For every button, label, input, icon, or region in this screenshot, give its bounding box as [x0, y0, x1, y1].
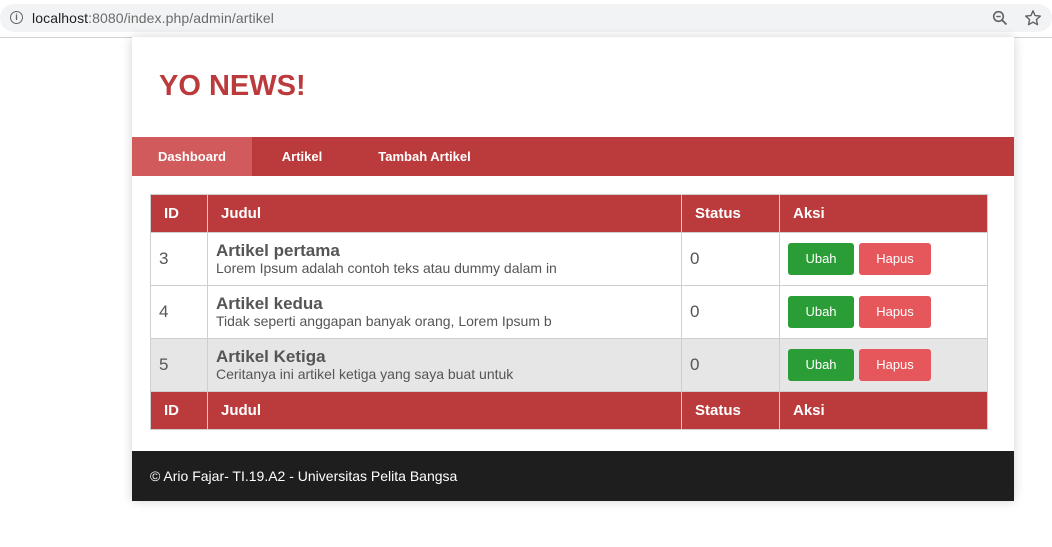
row-aksi: Ubah Hapus: [779, 285, 988, 339]
row-aksi: Ubah Hapus: [779, 232, 988, 286]
header-status: Status: [681, 194, 780, 233]
row-judul: Artikel pertama Lorem Ipsum adalah conto…: [207, 232, 682, 286]
footer-text: © Ario Fajar- TI.19.A2 - Universitas Pel…: [150, 468, 458, 484]
info-icon[interactable]: i: [10, 11, 23, 24]
row-aksi: Ubah Hapus: [779, 338, 988, 392]
zoom-icon[interactable]: [992, 10, 1008, 26]
article-excerpt: Tidak seperti anggapan banyak orang, Lor…: [216, 313, 552, 329]
browser-url-bar: i localhost:8080/index.php/admin/artikel: [0, 0, 1052, 38]
nav-item-tambah-artikel[interactable]: Tambah Artikel: [352, 137, 497, 176]
header-id: ID: [150, 194, 208, 233]
page-footer: © Ario Fajar- TI.19.A2 - Universitas Pel…: [132, 451, 1014, 501]
table-header-row: ID Judul Status Aksi: [150, 194, 988, 233]
edit-button[interactable]: Ubah: [788, 349, 854, 381]
footer-status: Status: [681, 391, 780, 430]
footer-judul: Judul: [207, 391, 682, 430]
url-host: localhost: [32, 10, 89, 26]
article-excerpt: Lorem Ipsum adalah contoh teks atau dumm…: [216, 260, 557, 276]
row-id: 3: [150, 232, 208, 286]
row-id: 5: [150, 338, 208, 392]
article-title: Artikel pertama: [216, 241, 340, 260]
url-path: :8080/index.php/admin/artikel: [88, 10, 274, 26]
header-judul: Judul: [207, 194, 682, 233]
page-container: YO NEWS! Dashboard Artikel Tambah Artike…: [132, 37, 1014, 501]
edit-button[interactable]: Ubah: [788, 296, 854, 328]
articles-table: ID Judul Status Aksi 3 Artikel pertama L…: [150, 194, 988, 430]
row-status: 0: [681, 285, 780, 339]
table-row: 5 Artikel Ketiga Ceritanya ini artikel k…: [150, 338, 988, 392]
delete-button[interactable]: Hapus: [859, 296, 931, 328]
table-row: 4 Artikel kedua Tidak seperti anggapan b…: [150, 285, 988, 339]
article-title: Artikel Ketiga: [216, 347, 326, 366]
nav-item-artikel[interactable]: Artikel: [252, 137, 352, 176]
url-text[interactable]: localhost:8080/index.php/admin/artikel: [32, 10, 274, 26]
star-icon[interactable]: [1024, 9, 1042, 27]
delete-button[interactable]: Hapus: [859, 349, 931, 381]
site-title: YO NEWS!: [159, 70, 306, 102]
table-footer-row: ID Judul Status Aksi: [150, 391, 988, 430]
nav-item-dashboard[interactable]: Dashboard: [132, 137, 252, 176]
row-status: 0: [681, 232, 780, 286]
article-excerpt: Ceritanya ini artikel ketiga yang saya b…: [216, 366, 514, 382]
footer-id: ID: [150, 391, 208, 430]
header-aksi: Aksi: [779, 194, 988, 233]
row-status: 0: [681, 338, 780, 392]
footer-aksi: Aksi: [779, 391, 988, 430]
row-id: 4: [150, 285, 208, 339]
row-judul: Artikel kedua Tidak seperti anggapan ban…: [207, 285, 682, 339]
table-row: 3 Artikel pertama Lorem Ipsum adalah con…: [150, 232, 988, 286]
article-title: Artikel kedua: [216, 294, 323, 313]
row-judul: Artikel Ketiga Ceritanya ini artikel ket…: [207, 338, 682, 392]
delete-button[interactable]: Hapus: [859, 243, 931, 275]
omnibox[interactable]: i localhost:8080/index.php/admin/artikel: [0, 4, 1052, 32]
edit-button[interactable]: Ubah: [788, 243, 854, 275]
main-nav: Dashboard Artikel Tambah Artikel: [132, 137, 1014, 176]
